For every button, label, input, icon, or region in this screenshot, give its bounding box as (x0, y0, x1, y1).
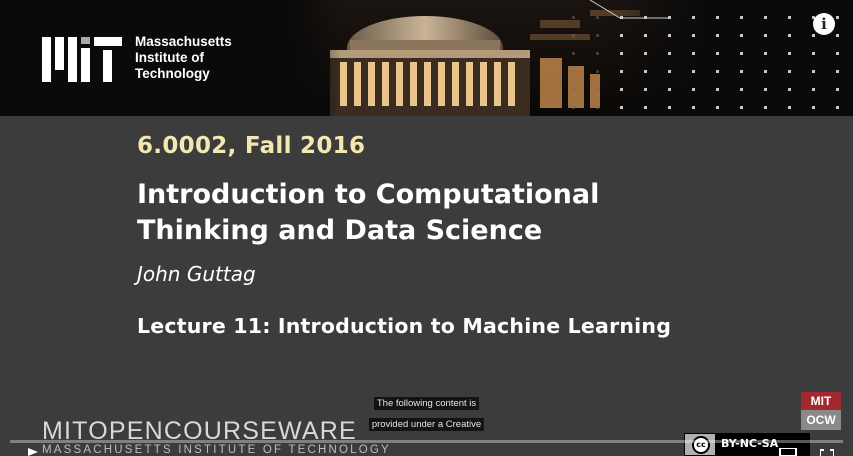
decorative-dot (812, 70, 815, 73)
decorative-dot (764, 34, 767, 37)
video-player[interactable]: Massachusetts Institute of Technology 6.… (0, 0, 853, 456)
decorative-dot (692, 16, 695, 19)
decorative-dot (644, 88, 647, 91)
decorative-dot (572, 70, 575, 73)
decorative-dot (740, 52, 743, 55)
decorative-dot (668, 88, 671, 91)
cc-license-label: BY-NC-SA (721, 437, 779, 450)
decorative-dot (788, 106, 791, 109)
decorative-dot (572, 106, 575, 109)
decorative-dot (836, 70, 839, 73)
institution-name: Massachusetts Institute of Technology (135, 34, 232, 82)
decorative-dot (836, 52, 839, 55)
decorative-dot (596, 52, 599, 55)
decorative-dot (620, 88, 623, 91)
decorative-dot (596, 34, 599, 37)
header-banner: Massachusetts Institute of Technology (0, 0, 853, 116)
decorative-dot (596, 70, 599, 73)
decorative-dot (716, 106, 719, 109)
decorative-dot (596, 106, 599, 109)
lecture-title: Lecture 11: Introduction to Machine Lear… (137, 314, 672, 338)
decorative-dot (764, 16, 767, 19)
decorative-dot (836, 16, 839, 19)
decorative-dot (788, 34, 791, 37)
decorative-line (589, 0, 668, 19)
decorative-dot (812, 88, 815, 91)
decorative-dot (620, 52, 623, 55)
decorative-dot (764, 52, 767, 55)
closed-captions: The following content is provided under … (0, 391, 853, 433)
caption-line: provided under a Creative (368, 418, 485, 431)
decorative-dot (692, 34, 695, 37)
decorative-dot (692, 88, 695, 91)
slide: Massachusetts Institute of Technology 6.… (0, 0, 853, 456)
decorative-dot (740, 70, 743, 73)
decorative-dot (572, 34, 575, 37)
decorative-dot (764, 88, 767, 91)
ocw-subtitle: MASSACHUSETTS INSTITUTE OF TECHNOLOGY (42, 444, 391, 456)
decorative-dot (716, 70, 719, 73)
decorative-dot (716, 52, 719, 55)
decorative-dot (620, 34, 623, 37)
decorative-dot (836, 106, 839, 109)
cc-icon: cc (692, 436, 710, 454)
course-number: 6.0002, Fall 2016 (137, 133, 366, 159)
decorative-dot (764, 106, 767, 109)
settings-icon[interactable] (778, 448, 798, 456)
decorative-dot (668, 52, 671, 55)
decorative-dot (716, 88, 719, 91)
decorative-dot (812, 34, 815, 37)
title-line: Introduction to Computational (137, 179, 600, 210)
decorative-dot (596, 88, 599, 91)
mit-logo (42, 37, 122, 82)
institution-name-line: Technology (135, 66, 210, 81)
decorative-dot (644, 106, 647, 109)
institution-name-line: Massachusetts (135, 34, 232, 49)
decorative-dot (740, 106, 743, 109)
decorative-dot (668, 34, 671, 37)
decorative-dot (716, 34, 719, 37)
author-name: John Guttag (137, 262, 256, 286)
decorative-dot (668, 70, 671, 73)
decorative-dot (740, 16, 743, 19)
decorative-dot (788, 88, 791, 91)
decorative-dot (596, 16, 599, 19)
decorative-dot (836, 88, 839, 91)
decorative-dot (788, 52, 791, 55)
decorative-dot (764, 70, 767, 73)
decorative-dot (812, 106, 815, 109)
fullscreen-icon[interactable] (820, 448, 834, 456)
decorative-dot (692, 70, 695, 73)
decorative-dot (644, 34, 647, 37)
decorative-dot (620, 70, 623, 73)
lecture-series-title: Introduction to Computational Thinking a… (137, 177, 697, 249)
decorative-dot (668, 16, 671, 19)
progress-bar[interactable] (10, 440, 843, 443)
decorative-dot (668, 106, 671, 109)
decorative-dot (716, 16, 719, 19)
decorative-dot (692, 52, 695, 55)
caption-line: The following content is (373, 397, 480, 410)
decorative-dot (740, 34, 743, 37)
decorative-dot (572, 16, 575, 19)
decorative-dot-grid (572, 0, 839, 109)
decorative-dot (644, 52, 647, 55)
decorative-dot (788, 16, 791, 19)
decorative-dot (572, 88, 575, 91)
decorative-dot (620, 106, 623, 109)
decorative-dot (572, 52, 575, 55)
decorative-dot (836, 34, 839, 37)
institution-name-line: Institute of (135, 50, 204, 65)
decorative-dot (644, 70, 647, 73)
decorative-dot (812, 52, 815, 55)
decorative-dot (692, 106, 695, 109)
info-icon[interactable]: i (813, 13, 835, 35)
decorative-dot (740, 88, 743, 91)
decorative-dot (788, 70, 791, 73)
play-icon[interactable] (28, 448, 38, 456)
title-line: Thinking and Data Science (137, 215, 543, 246)
